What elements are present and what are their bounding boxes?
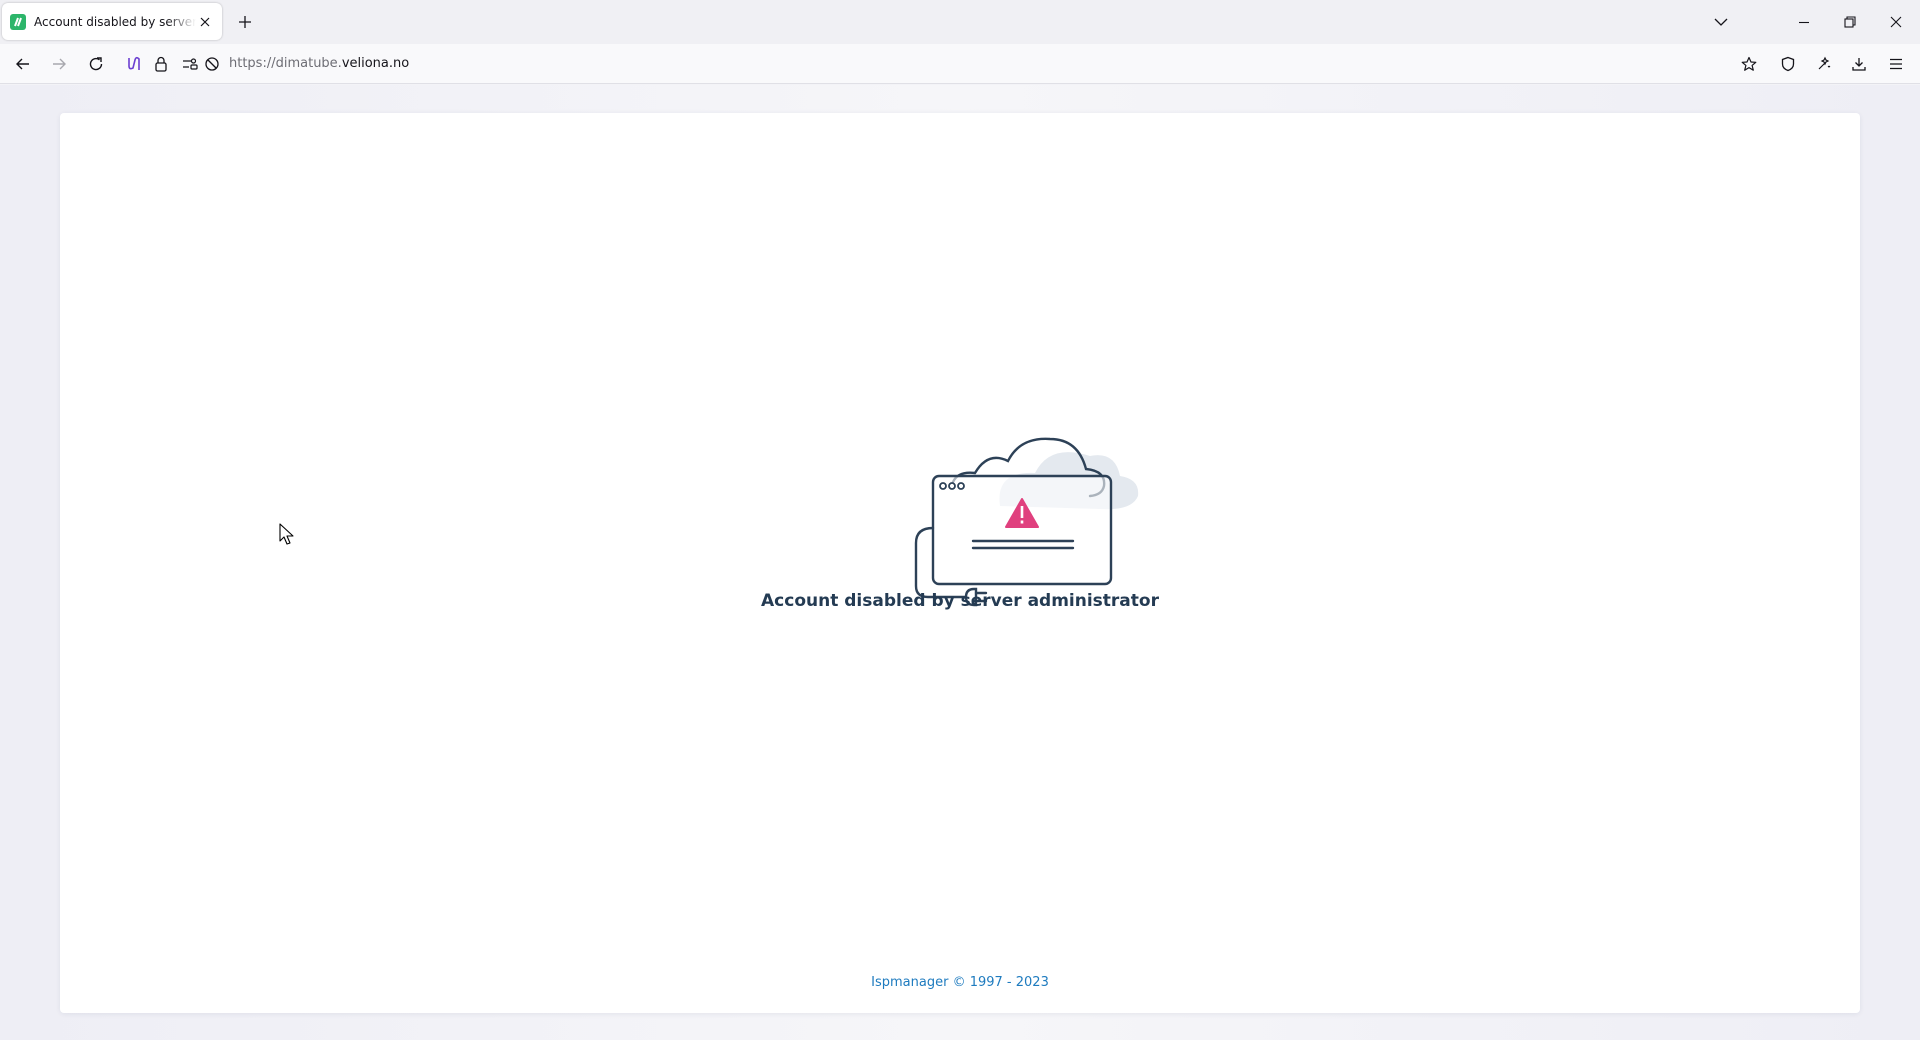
content-card: Account disabled by server administrator… — [60, 113, 1860, 1013]
permissions-icon[interactable] — [182, 57, 198, 71]
page-viewport: Account disabled by server administrator… — [0, 85, 1920, 1040]
url-prefix: https://dimatube. — [229, 56, 342, 71]
downloads-icon[interactable] — [1847, 52, 1871, 76]
extensions-icon[interactable] — [1812, 52, 1836, 76]
list-all-tabs-icon[interactable] — [1708, 10, 1734, 34]
disabled-account-illustration — [850, 431, 1190, 691]
tab-title: Account disabled by server administrator — [34, 14, 197, 29]
reload-icon[interactable] — [84, 52, 108, 76]
error-message: Account disabled by server administrator — [761, 591, 1159, 611]
close-window-icon[interactable] — [1883, 10, 1909, 34]
url-host: veliona.no — [341, 56, 410, 71]
lock-icon[interactable] — [154, 56, 168, 72]
tracking-protection-off-icon[interactable] — [204, 56, 220, 72]
minimize-icon[interactable] — [1791, 10, 1817, 34]
container-tab-icon[interactable] — [126, 56, 142, 72]
restore-icon[interactable] — [1837, 10, 1863, 34]
url-bar-icons — [126, 52, 220, 76]
forward-icon[interactable] — [47, 52, 71, 76]
browser-tab-active[interactable]: Account disabled by server administrator — [2, 3, 222, 40]
footer-copyright[interactable]: Ispmanager © 1997 - 2023 — [60, 975, 1860, 990]
close-tab-icon[interactable] — [196, 13, 214, 31]
url-field[interactable]: https://dimatube.veliona.no — [229, 55, 409, 73]
mouse-cursor-icon — [279, 523, 295, 547]
new-tab-icon[interactable] — [234, 11, 256, 33]
bookmark-star-icon[interactable] — [1737, 52, 1761, 76]
ispmanager-favicon-icon — [10, 13, 26, 30]
shield-icon[interactable] — [1776, 52, 1800, 76]
back-icon[interactable] — [11, 52, 35, 76]
navigation-toolbar: https://dimatube.veliona.no — [0, 44, 1920, 84]
tab-strip: Account disabled by server administrator — [0, 0, 1920, 44]
menu-icon[interactable] — [1884, 52, 1908, 76]
